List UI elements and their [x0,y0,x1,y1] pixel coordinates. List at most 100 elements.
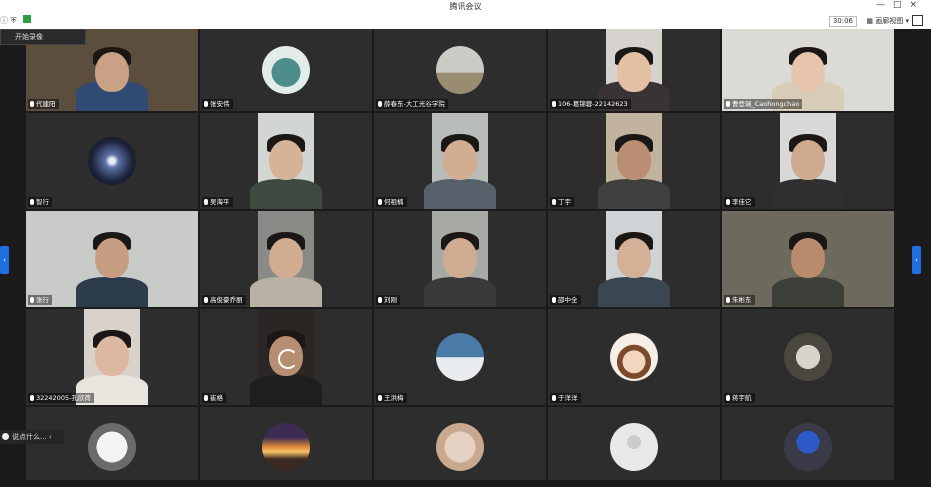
participant-name: 朱彬东 [724,295,755,305]
participant-name-text: 邵中全 [558,296,578,304]
participant-face [95,335,129,376]
participant-name-text: 李佳它 [732,198,752,206]
participant-name: 王洪梅 [376,393,407,403]
participant-video [26,211,198,307]
participant-name: 曹登瑞_Caohongchao [724,99,803,109]
participant-avatar [784,423,832,471]
microphone-icon [726,297,730,303]
participant-tile[interactable]: 蒋宇航 [722,309,894,405]
chat-placeholder: 说点什么... [12,433,47,441]
participant-tile[interactable]: 吴海平 [200,113,372,209]
window-controls[interactable]: —□× [876,0,925,10]
microphone-icon [378,297,382,303]
participant-video [250,113,322,209]
participant-tile[interactable] [548,407,720,487]
participant-body [424,277,496,307]
participant-face [791,139,825,180]
microphone-icon [378,199,382,205]
participant-tile[interactable]: 张安伟 [200,29,372,111]
chat-input[interactable]: 说点什么... ‹ [0,430,64,444]
participant-body [250,179,322,209]
participant-body [772,179,844,209]
participant-tile[interactable]: 刘刚 [374,211,546,307]
participant-name-text: 代建阳 [36,100,56,108]
view-mode-label: 画廊视图 [875,17,904,25]
participant-name-text: 崔格 [210,394,223,402]
participant-name-text: 朱彬东 [732,296,752,304]
maximize-icon[interactable]: □ [893,0,910,10]
participant-face [443,139,477,180]
participant-tile[interactable]: 朱彬东 [722,211,894,307]
microphone-icon [204,297,208,303]
participant-tile[interactable]: 崔格 [200,309,372,405]
participant-name: 邵中全 [550,295,581,305]
participant-body [598,179,670,209]
microphone-icon [726,101,730,107]
microphone-icon [552,101,556,107]
participant-name: 丁宇 [550,197,574,207]
participant-tile[interactable]: 李佳它 [722,113,894,209]
participant-face [443,237,477,278]
participant-avatar [262,423,310,471]
view-mode-button[interactable]: ▦ 画廊视图 ▾ [866,16,909,26]
bottom-bar [0,480,931,487]
participant-tile[interactable]: 张行 [26,211,198,307]
participant-name: 张行 [28,295,52,305]
participant-avatar [610,423,658,471]
prev-page-button[interactable]: ‹ [0,246,9,274]
next-page-button[interactable]: › [912,246,921,274]
participant-name-text: 张安伟 [210,100,230,108]
participant-tile[interactable] [374,407,546,487]
meeting-toolbar: ⓘ ⛨ 30:06 ▦ 画廊视图 ▾ [0,14,931,29]
record-label: 开始录像 [15,33,43,41]
participant-body [76,277,148,307]
fullscreen-icon[interactable] [912,15,923,26]
participant-name: 张安伟 [202,99,233,109]
record-popup[interactable]: 开始录像 [0,29,86,45]
participant-tile[interactable]: 106-葛锦蓉-22142623 [548,29,720,111]
participant-video [424,113,496,209]
participant-body [772,277,844,307]
participant-tile[interactable]: 丁宇 [548,113,720,209]
participant-name: 李佳它 [724,197,755,207]
participant-body [598,277,670,307]
microphone-icon [552,199,556,205]
microphone-icon [378,101,382,107]
participant-avatar [436,333,484,381]
minimize-icon[interactable]: — [876,0,893,10]
emoji-icon[interactable] [2,433,9,440]
microphone-icon [204,395,208,401]
meeting-timer: 30:06 [828,16,857,27]
participant-tile[interactable]: 何祖楠 [374,113,546,209]
participant-name: 蒋宇航 [724,393,755,403]
participant-video [250,211,322,307]
microphone-icon [378,395,382,401]
participant-tile[interactable]: 智行 [26,113,198,209]
participant-tile[interactable]: 邵中全 [548,211,720,307]
participant-tile[interactable]: 高俊豪乔丽 [200,211,372,307]
participant-tile[interactable]: 于洋洋 [548,309,720,405]
participant-tile[interactable]: 薛春东-大工光谷学院 [374,29,546,111]
participant-tile[interactable] [722,407,894,487]
participant-face [269,237,303,278]
participant-tile[interactable]: 曹登瑞_Caohongchao [722,29,894,111]
participant-name-text: 王洪梅 [384,394,404,402]
participant-avatar [88,423,136,471]
loading-icon [278,349,298,369]
participant-avatar [436,423,484,471]
participant-name: 吴海平 [202,197,233,207]
participant-face [617,237,651,278]
participant-video [250,309,322,405]
participant-tile[interactable]: 王洪梅 [374,309,546,405]
participant-video [424,211,496,307]
participant-tile[interactable] [26,407,198,487]
info-icon[interactable]: ⓘ [0,16,8,25]
participant-tile[interactable] [200,407,372,487]
close-icon[interactable]: × [909,0,925,10]
status-icons: ⓘ ⛨ [0,15,32,26]
participant-face [95,51,129,92]
participant-name: 高俊豪乔丽 [202,295,246,305]
participant-name: 何祖楠 [376,197,407,207]
shield-icon[interactable]: ⛨ [11,16,17,25]
participant-tile[interactable]: 32242005-孔欣荷 [26,309,198,405]
